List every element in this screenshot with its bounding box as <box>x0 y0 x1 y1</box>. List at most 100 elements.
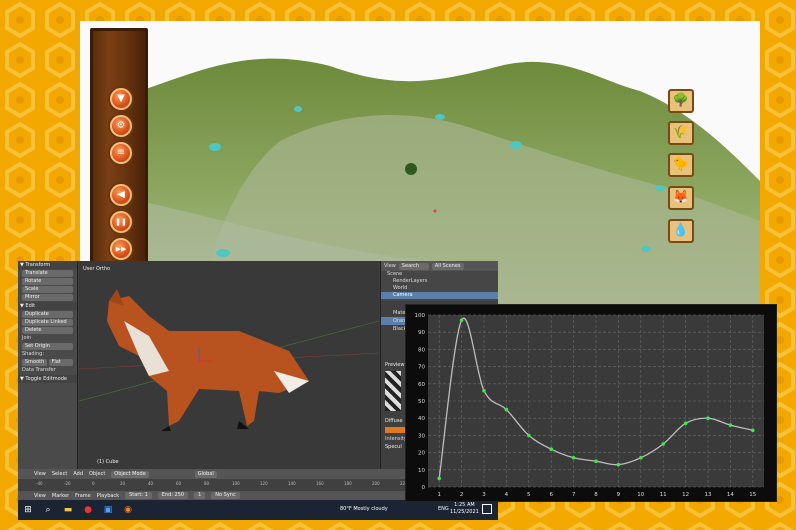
clock[interactable]: 1:25 AM 11/25/2021 <box>450 502 479 516</box>
place-fox-button[interactable]: 🦊 <box>668 186 694 210</box>
y-tick-label: 40 <box>418 416 425 422</box>
outliner-item[interactable]: RenderLayers <box>381 278 498 285</box>
settings-button[interactable]: ⚙ <box>110 115 132 137</box>
data-point <box>437 476 441 481</box>
object-menu[interactable]: Object <box>89 471 105 477</box>
data-point <box>482 388 486 393</box>
timeline-tick-label: -40 <box>36 481 43 486</box>
data-point <box>594 459 598 463</box>
add-menu[interactable]: Add <box>73 471 83 477</box>
duplicate-linked-button[interactable]: Duplicate Linked <box>22 319 73 326</box>
viewport-label: User Ortho <box>83 266 111 272</box>
search-icon[interactable]: ⌕ <box>38 500 58 520</box>
y-tick-label: 20 <box>418 451 425 457</box>
data-point <box>639 455 643 460</box>
join-label[interactable]: Join <box>22 335 73 342</box>
timeline-view-menu[interactable]: View <box>34 493 46 499</box>
menu-button[interactable]: ≡ <box>110 142 132 164</box>
outliner-item[interactable]: World <box>381 285 498 292</box>
rotate-button[interactable]: Rotate <box>22 278 73 285</box>
orientation-dropdown[interactable]: Global <box>194 470 217 478</box>
fox-model[interactable] <box>78 261 380 469</box>
place-water-button[interactable]: 💧 <box>668 219 694 243</box>
line-chart: 01020304050607080901001 2 3 4 5 6 7 8 9 10 11 12 13 1… <box>415 313 764 498</box>
language-indicator[interactable]: ENG <box>438 506 449 512</box>
fast-forward-button[interactable]: ▶▶ <box>110 238 132 260</box>
x-tick-label: 5 <box>527 492 531 498</box>
x-tick-label: 3 <box>482 492 486 498</box>
data-point <box>751 428 755 433</box>
clock-date: 11/25/2021 <box>450 509 479 515</box>
end-label: End: <box>161 492 173 498</box>
x-tick-label: 11 <box>660 492 667 498</box>
fox-icon: 🦊 <box>672 190 690 205</box>
timeline-tick-label: 160 <box>316 481 324 486</box>
timeline-tick-label: 80 <box>204 481 210 486</box>
x-tick-label: 4 <box>505 492 509 498</box>
menu-icon: ≡ <box>116 147 126 158</box>
sync-dropdown[interactable]: No Sync <box>211 492 240 499</box>
data-transfer-label[interactable]: Data Transfer <box>22 367 73 374</box>
start-frame-field[interactable]: Start: 1 <box>125 492 152 499</box>
mode-dropdown[interactable]: Object Mode <box>111 470 149 478</box>
duplicate-button[interactable]: Duplicate <box>22 311 73 318</box>
blender-icon[interactable]: ◉ <box>118 500 138 520</box>
tree-icon: 🌳 <box>672 93 690 108</box>
timeline-tick-label: 200 <box>372 481 380 486</box>
bird-icon: 🐤 <box>672 157 690 172</box>
store-icon[interactable]: ▣ <box>98 500 118 520</box>
notification-icon[interactable] <box>482 504 492 514</box>
mirror-button[interactable]: Mirror <box>22 294 73 301</box>
flat-button[interactable]: Flat <box>48 359 73 366</box>
x-tick-label: 8 <box>594 492 598 498</box>
x-tick-label: 9 <box>617 492 621 498</box>
place-grass-button[interactable]: 🌾 <box>668 121 694 145</box>
x-tick-label: 1 <box>437 492 441 498</box>
outliner-item[interactable]: Scene <box>381 271 498 278</box>
weather-status[interactable]: 80°F Mostly cloudy <box>340 506 388 512</box>
data-point <box>549 447 553 451</box>
3d-viewport[interactable]: User Ortho (1) Cube <box>78 261 380 469</box>
outliner-item[interactable]: Camera <box>381 292 498 299</box>
smooth-button[interactable]: Smooth <box>22 359 47 366</box>
translate-button[interactable]: Translate <box>22 270 73 277</box>
scene-dropdown[interactable]: All Scenes <box>431 262 464 270</box>
history-header[interactable]: ▼ Toggle Editmode <box>18 375 77 383</box>
place-bird-button[interactable]: 🐤 <box>668 153 694 177</box>
x-tick-label: 10 <box>637 492 644 498</box>
file-explorer-icon[interactable]: ▬ <box>58 500 78 520</box>
start-label: Start: <box>129 492 143 498</box>
edit-header[interactable]: ▼ Edit <box>18 302 77 310</box>
view-menu[interactable]: View <box>34 471 46 477</box>
timeline-frame-menu[interactable]: Frame <box>75 493 91 499</box>
place-tree-button[interactable]: 🌳 <box>668 89 694 113</box>
pause-icon: ❚❚ <box>115 218 127 226</box>
chart-window: 0 10 20 30 40 50 60 70 80 90 100 1 2 3 4 5 6 7 8 9 10 11 12 13 1… <box>405 304 777 502</box>
scale-button[interactable]: Scale <box>22 286 73 293</box>
y-tick-label: 0 <box>422 485 426 491</box>
preview-swatch <box>385 371 401 411</box>
x-tick-label: 15 <box>749 492 756 498</box>
x-tick-label: 12 <box>682 492 689 498</box>
select-menu[interactable]: Select <box>52 471 67 477</box>
gear-icon: ⚙ <box>116 120 126 131</box>
data-point <box>683 421 688 426</box>
set-origin-dropdown[interactable]: Set Origin <box>22 343 73 350</box>
current-frame-field[interactable]: 1 <box>194 492 206 499</box>
outliner-search[interactable]: Search <box>398 262 429 270</box>
end-frame-field[interactable]: End: 250 <box>157 492 189 499</box>
rewind-button[interactable]: ◀ <box>110 184 132 206</box>
pause-button[interactable]: ❚❚ <box>110 211 132 233</box>
timeline-marker-menu[interactable]: Marker <box>52 493 69 499</box>
browser-icon[interactable]: ● <box>78 500 98 520</box>
data-point <box>504 407 509 412</box>
windows-start-icon[interactable]: ⊞ <box>18 500 38 520</box>
outliner-view-menu[interactable]: View <box>384 263 396 269</box>
timeline-playback-menu[interactable]: Playback <box>97 493 119 499</box>
transform-header[interactable]: ▼ Transform <box>18 261 77 269</box>
data-point <box>459 318 464 322</box>
delete-button[interactable]: Delete <box>22 327 73 334</box>
end-value: 250 <box>174 492 185 498</box>
timeline-tick-label: 180 <box>344 481 352 486</box>
chevron-down-button[interactable]: ▼ <box>110 88 132 110</box>
